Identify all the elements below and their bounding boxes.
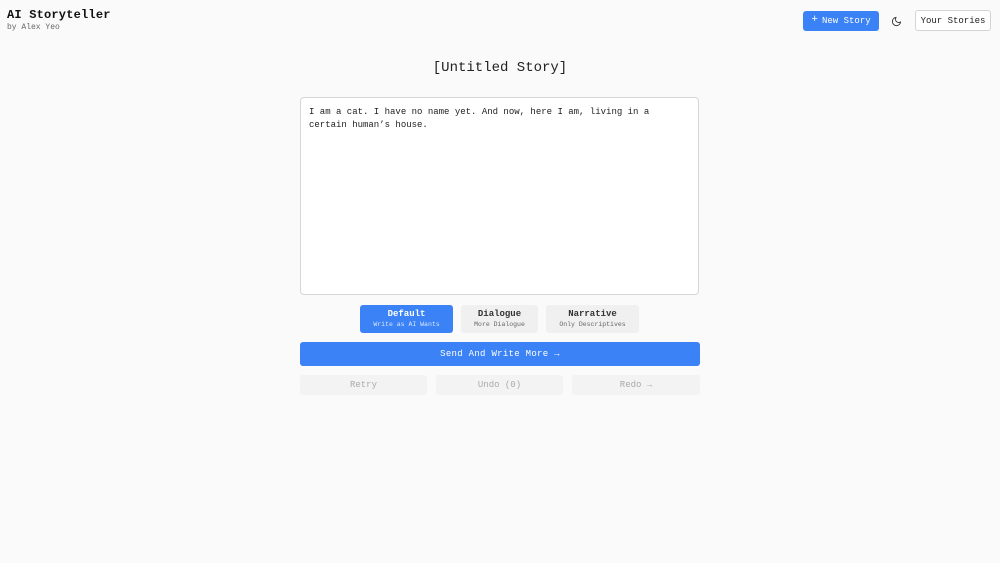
mode-narrative-description: Only Descriptives (559, 321, 626, 328)
mode-dialogue-description: More Dialogue (474, 321, 525, 328)
app-title: AI Storyteller (7, 8, 111, 22)
mode-dialogue-button[interactable]: Dialogue More Dialogue (461, 305, 538, 333)
new-story-button[interactable]: + New Story (803, 11, 879, 31)
your-stories-button[interactable]: Your Stories (915, 10, 991, 31)
mode-selector: Default Write as AI Wants Dialogue More … (360, 305, 640, 333)
app-header: AI Storyteller by Alex Yeo + New Story Y… (0, 0, 1000, 44)
new-story-label: New Story (822, 16, 871, 26)
theme-toggle-button[interactable] (887, 12, 905, 30)
mode-dialogue-label: Dialogue (477, 309, 522, 319)
mode-narrative-button[interactable]: Narrative Only Descriptives (546, 305, 639, 333)
app-author: by Alex Yeo (7, 23, 60, 32)
mode-default-description: Write as AI Wants (373, 321, 440, 328)
undo-button[interactable]: Undo (0) (436, 375, 563, 395)
story-editor[interactable]: I am a cat. I have no name yet. And now,… (300, 97, 699, 295)
mode-default-label: Default (387, 309, 426, 319)
story-title[interactable]: [Untitled Story] (0, 60, 1000, 76)
send-and-write-more-button[interactable]: Send And Write More → (300, 342, 700, 366)
redo-button[interactable]: Redo → (572, 375, 700, 395)
plus-icon: + (811, 14, 818, 26)
mode-narrative-label: Narrative (568, 309, 617, 319)
retry-button[interactable]: Retry (300, 375, 427, 395)
moon-icon (891, 16, 901, 26)
mode-default-button[interactable]: Default Write as AI Wants (360, 305, 453, 333)
